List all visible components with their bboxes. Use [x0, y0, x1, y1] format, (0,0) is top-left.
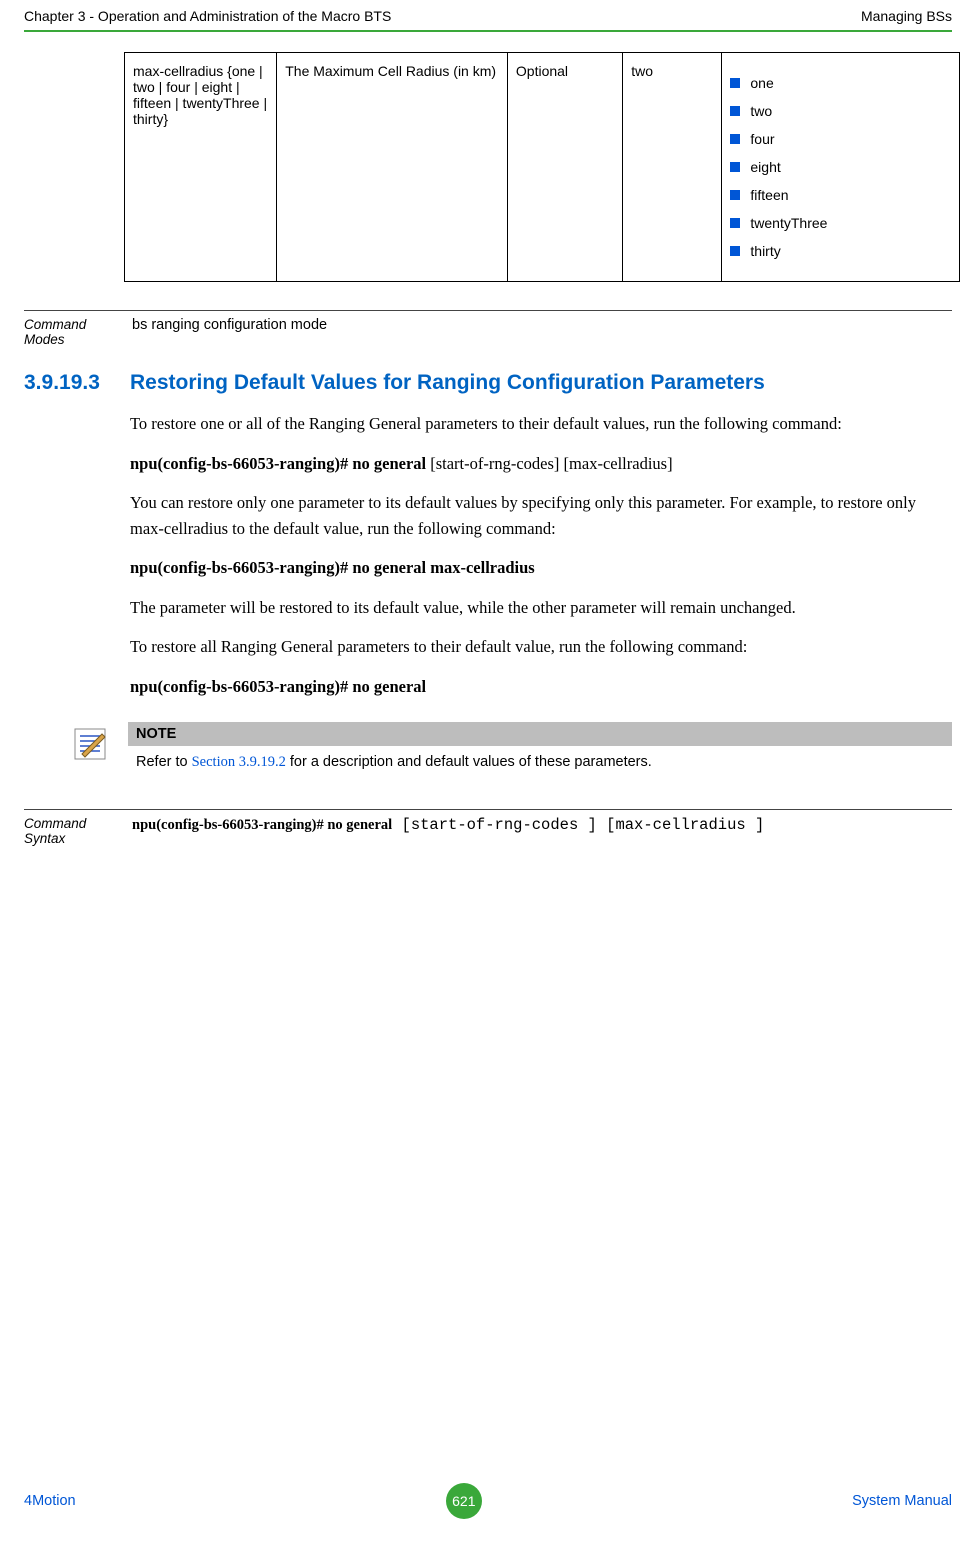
bullet-icon	[730, 134, 740, 144]
bullet-icon	[730, 162, 740, 172]
bullet-icon	[730, 218, 740, 228]
running-footer: 4Motion 621 System Manual	[24, 1483, 952, 1519]
parameter-table: max-cellradius {one | two | four | eight…	[124, 52, 960, 282]
command-line: npu(config-bs-66053-ranging)# no general	[130, 674, 952, 700]
list-item: twentyThree	[730, 215, 951, 231]
body-paragraph: To restore one or all of the Ranging Gen…	[130, 411, 952, 437]
note-heading: NOTE	[128, 722, 952, 746]
param-name-cell: max-cellradius {one | two | four | eight…	[125, 53, 277, 282]
list-item: four	[730, 131, 951, 147]
range-value: twentyThree	[750, 215, 827, 231]
footer-center: 621	[76, 1483, 852, 1519]
footer-right[interactable]: System Manual	[852, 1493, 952, 1509]
command-syntax-mono: [start-of-rng-codes ] [max-cellradius ]	[392, 816, 764, 834]
command-syntax-label: Command Syntax	[24, 816, 116, 846]
range-list: one two four eight fifteen twentyThree t…	[730, 75, 951, 259]
note-block: NOTE Refer to Section 3.9.19.2 for a des…	[72, 722, 952, 779]
body-paragraph: The parameter will be restored to its de…	[130, 595, 952, 621]
bullet-icon	[730, 246, 740, 256]
param-presence-cell: Optional	[507, 53, 622, 282]
running-header: Chapter 3 - Operation and Administration…	[0, 0, 976, 30]
command-modes-block: Command Modes bs ranging configuration m…	[24, 310, 952, 347]
list-item: thirty	[730, 243, 951, 259]
list-item: one	[730, 75, 951, 91]
command-line: npu(config-bs-66053-ranging)# no general…	[130, 451, 952, 477]
note-suffix: for a description and default values of …	[286, 754, 652, 770]
body-paragraph: To restore all Ranging General parameter…	[130, 634, 952, 660]
command-bold: npu(config-bs-66053-ranging)# no general	[130, 454, 426, 473]
param-default-cell: two	[623, 53, 722, 282]
footer-left[interactable]: 4Motion	[24, 1493, 76, 1509]
header-left: Chapter 3 - Operation and Administration…	[24, 8, 391, 24]
note-prefix: Refer to	[136, 754, 192, 770]
command-args: [start-of-rng-codes] [max-cellradius]	[426, 454, 672, 473]
range-value: one	[750, 75, 773, 91]
note-body: Refer to Section 3.9.19.2 for a descript…	[128, 746, 952, 779]
range-value: thirty	[750, 243, 780, 259]
section-number: 3.9.19.3	[24, 371, 116, 395]
bullet-icon	[730, 190, 740, 200]
list-item: fifteen	[730, 187, 951, 203]
range-value: fifteen	[750, 187, 788, 203]
section-title: Restoring Default Values for Ranging Con…	[130, 371, 952, 395]
section-link[interactable]: Section 3.9.19.2	[192, 754, 286, 770]
range-value: two	[750, 103, 772, 119]
body-paragraph: You can restore only one parameter to it…	[130, 490, 952, 541]
command-modes-label: Command Modes	[24, 317, 116, 347]
header-right: Managing BSs	[861, 8, 952, 24]
command-modes-value: bs ranging configuration mode	[132, 317, 952, 347]
command-syntax-value: npu(config-bs-66053-ranging)# no general…	[132, 816, 952, 846]
section-heading: 3.9.19.3 Restoring Default Values for Ra…	[24, 371, 952, 395]
list-item: two	[730, 103, 951, 119]
range-value: four	[750, 131, 774, 147]
range-value: eight	[750, 159, 780, 175]
command-syntax-block: Command Syntax npu(config-bs-66053-rangi…	[24, 809, 952, 846]
param-description-cell: The Maximum Cell Radius (in km)	[277, 53, 508, 282]
pencil-note-icon	[72, 722, 110, 779]
param-range-cell: one two four eight fifteen twentyThree t…	[722, 53, 960, 282]
table-row: max-cellradius {one | two | four | eight…	[125, 53, 960, 282]
command-syntax-bold: npu(config-bs-66053-ranging)# no general	[132, 817, 392, 833]
bullet-icon	[730, 106, 740, 116]
bullet-icon	[730, 78, 740, 88]
command-line: npu(config-bs-66053-ranging)# no general…	[130, 555, 952, 581]
page-number-badge: 621	[446, 1483, 482, 1519]
header-separator	[24, 30, 952, 32]
note-content: NOTE Refer to Section 3.9.19.2 for a des…	[128, 722, 952, 779]
list-item: eight	[730, 159, 951, 175]
